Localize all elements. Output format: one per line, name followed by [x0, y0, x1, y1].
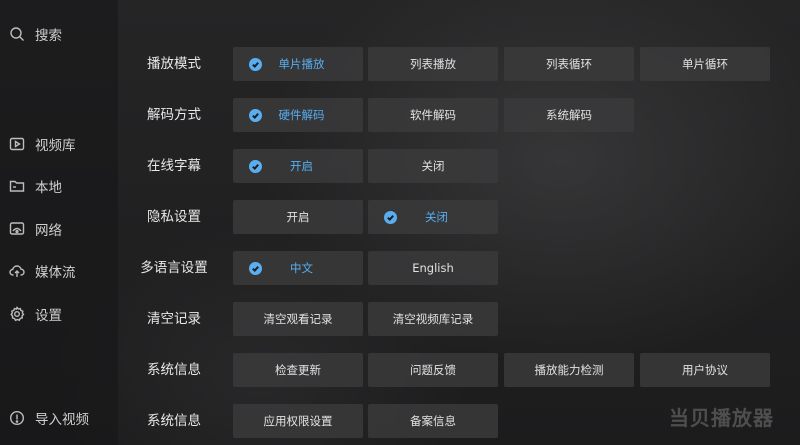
- sidebar-item-settings[interactable]: 设置: [8, 301, 62, 327]
- check-icon: [249, 108, 262, 122]
- option-user-agreement[interactable]: 用户协议: [640, 353, 770, 387]
- sidebar-item-network[interactable]: 网络: [8, 216, 62, 242]
- row-label-online-subtitles: 在线字幕: [147, 158, 201, 174]
- option-single-play[interactable]: 单片播放: [233, 47, 363, 81]
- sidebar-item-label: 网络: [35, 223, 62, 239]
- video-library-icon: [8, 135, 26, 153]
- cloud-upload-icon: [8, 262, 26, 280]
- row-label-clear-records: 清空记录: [147, 311, 201, 327]
- check-icon: [249, 159, 262, 173]
- option-filing-info[interactable]: 备案信息: [368, 404, 498, 438]
- option-privacy-off[interactable]: 关闭: [368, 200, 498, 234]
- row-label-language: 多语言设置: [140, 260, 208, 276]
- check-icon: [249, 261, 262, 275]
- sidebar-item-label: 视频库: [35, 138, 76, 154]
- option-subtitles-off[interactable]: 关闭: [368, 149, 498, 183]
- option-feedback[interactable]: 问题反馈: [368, 353, 498, 387]
- option-list-play[interactable]: 列表播放: [368, 47, 498, 81]
- sidebar-item-label: 本地: [35, 180, 62, 196]
- search-icon: [8, 25, 26, 43]
- sidebar-item-label: 设置: [35, 308, 62, 324]
- sidebar-item-label: 媒体流: [35, 265, 76, 281]
- row-label-play-mode: 播放模式: [147, 56, 201, 72]
- check-icon: [249, 57, 262, 71]
- sidebar-item-local[interactable]: 本地: [8, 173, 62, 199]
- folder-icon: [8, 177, 26, 195]
- sidebar-item-import-video[interactable]: 导入视频: [8, 405, 89, 431]
- gear-icon: [8, 305, 26, 323]
- option-playback-capability-test[interactable]: 播放能力检测: [504, 353, 634, 387]
- sidebar: 搜索 视频库 本地 网络 媒体流 设置 导入视频: [0, 0, 118, 445]
- option-list-loop[interactable]: 列表循环: [504, 47, 634, 81]
- import-icon: [8, 409, 26, 427]
- app-watermark: 当贝播放器: [669, 406, 774, 430]
- sidebar-item-label: 导入视频: [35, 412, 89, 428]
- row-label-decode-mode: 解码方式: [147, 107, 201, 123]
- option-privacy-on[interactable]: 开启: [233, 200, 363, 234]
- network-icon: [8, 220, 26, 238]
- sidebar-item-label: 搜索: [35, 28, 62, 44]
- option-subtitles-on[interactable]: 开启: [233, 149, 363, 183]
- option-clear-watch-history[interactable]: 清空观看记录: [233, 302, 363, 336]
- row-label-system-info: 系统信息: [147, 362, 201, 378]
- option-software-decode[interactable]: 软件解码: [368, 98, 498, 132]
- option-language-chinese[interactable]: 中文: [233, 251, 363, 285]
- option-single-loop[interactable]: 单片循环: [640, 47, 770, 81]
- option-clear-library-records[interactable]: 清空视频库记录: [368, 302, 498, 336]
- sidebar-item-video-library[interactable]: 视频库: [8, 131, 76, 157]
- sidebar-item-media-stream[interactable]: 媒体流: [8, 258, 76, 284]
- option-hardware-decode[interactable]: 硬件解码: [233, 98, 363, 132]
- row-label-system-info-2: 系统信息: [147, 413, 201, 429]
- option-system-decode[interactable]: 系统解码: [504, 98, 634, 132]
- check-icon: [384, 210, 397, 224]
- option-language-english[interactable]: English: [368, 251, 498, 285]
- option-app-permissions[interactable]: 应用权限设置: [233, 404, 363, 438]
- sidebar-item-search[interactable]: 搜索: [8, 21, 62, 47]
- option-check-update[interactable]: 检查更新: [233, 353, 363, 387]
- row-label-privacy: 隐私设置: [147, 209, 201, 225]
